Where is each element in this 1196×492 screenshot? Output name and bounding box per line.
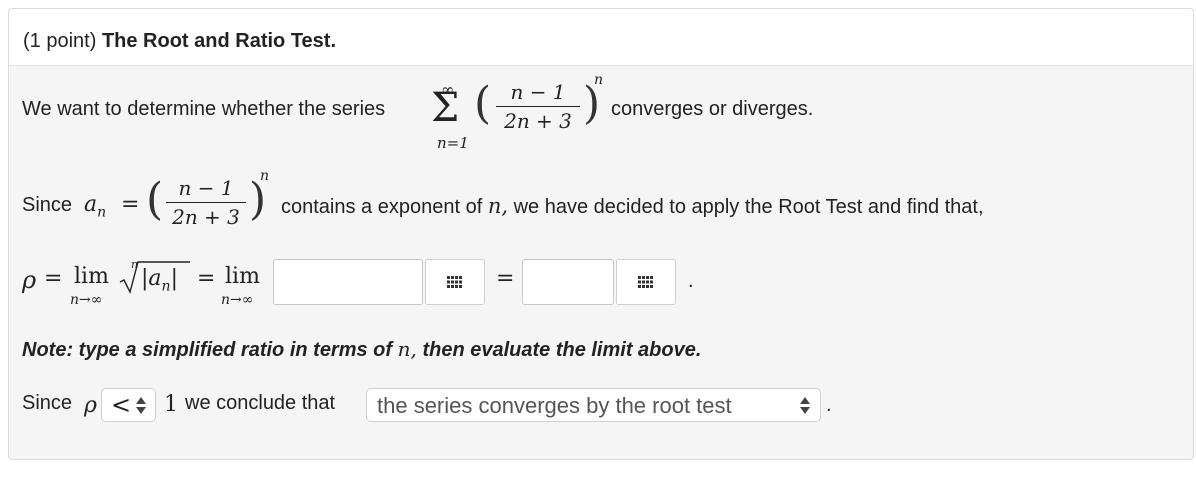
equals-2: = bbox=[44, 266, 63, 291]
fraction-1-denominator: 2n + 3 bbox=[504, 109, 572, 133]
exponent-1: n bbox=[594, 72, 604, 88]
lim-1-subscript: n→∞ bbox=[70, 292, 103, 308]
exponent-2: n bbox=[260, 168, 270, 184]
fraction-2: n − 1 2n + 3 bbox=[166, 176, 246, 229]
one-value: 1 bbox=[164, 392, 178, 417]
fraction-2-denominator: 2n + 3 bbox=[172, 205, 240, 229]
root-index: n bbox=[131, 258, 139, 271]
fraction-1-numerator: n − 1 bbox=[510, 80, 566, 104]
note-suffix: then evaluate the limit above. bbox=[422, 339, 702, 361]
problem-title: The Root and Ratio Test. bbox=[101, 30, 337, 52]
abs-a-n-subscript: n bbox=[161, 278, 171, 295]
equals-4: = bbox=[496, 266, 515, 291]
lim-1: lim bbox=[74, 264, 109, 289]
abs-a-n: |a bbox=[141, 266, 162, 291]
rho-symbol-2: ρ bbox=[84, 393, 97, 418]
paren-open-1: ( bbox=[474, 78, 492, 129]
conclusion-value: the series converges by the root test bbox=[377, 393, 732, 418]
period-2: . bbox=[826, 394, 832, 416]
select-arrows-icon bbox=[136, 397, 146, 414]
points-label: (1 point) bbox=[23, 30, 97, 52]
equals-3: = bbox=[197, 266, 216, 291]
equals-1: = bbox=[121, 192, 140, 217]
note-var-n: n, bbox=[397, 337, 417, 361]
line1-prefix: We want to determine whether the series bbox=[22, 98, 386, 120]
period-1: . bbox=[688, 270, 694, 292]
grid-icon bbox=[447, 276, 462, 288]
line1-suffix: converges or diverges. bbox=[611, 98, 814, 120]
a-n-subscript: n bbox=[97, 204, 107, 221]
a-n-symbol: a bbox=[84, 192, 98, 217]
lim-2: lim bbox=[225, 264, 260, 289]
comparison-select[interactable]: < bbox=[101, 388, 156, 422]
limit-input[interactable] bbox=[522, 259, 614, 305]
equation-editor-button-1[interactable] bbox=[425, 259, 485, 305]
paren-open-2: ( bbox=[146, 174, 164, 225]
sum-lower-limit: n=1 bbox=[437, 134, 469, 152]
abs-close: | bbox=[170, 266, 178, 291]
sum-symbol: Σ bbox=[431, 85, 460, 131]
lim-2-subscript: n→∞ bbox=[221, 292, 254, 308]
fraction-1: n − 1 2n + 3 bbox=[496, 80, 580, 133]
equation-editor-button-2[interactable] bbox=[616, 259, 676, 305]
select-arrows-icon bbox=[800, 397, 810, 414]
line2-rest: we have decided to apply the Root Test a… bbox=[513, 196, 984, 218]
since-prefix: Since bbox=[22, 392, 73, 414]
conclude-text: we conclude that bbox=[185, 392, 336, 414]
grid-icon bbox=[638, 276, 653, 288]
conclusion-select[interactable]: the series converges by the root test bbox=[366, 388, 821, 422]
note-prefix: Note: type a simplified ratio in terms o… bbox=[22, 339, 393, 361]
problem-header: (1 point) The Root and Ratio Test. bbox=[9, 9, 1193, 66]
comparison-value: < bbox=[111, 391, 132, 419]
fraction-2-numerator: n − 1 bbox=[178, 176, 234, 200]
line2-since: Since bbox=[22, 194, 73, 216]
ratio-input[interactable] bbox=[273, 259, 423, 305]
rho-symbol: ρ bbox=[22, 266, 37, 294]
line2-var-n: n, bbox=[487, 194, 509, 218]
line2-suffix: contains a exponent of bbox=[281, 196, 483, 218]
